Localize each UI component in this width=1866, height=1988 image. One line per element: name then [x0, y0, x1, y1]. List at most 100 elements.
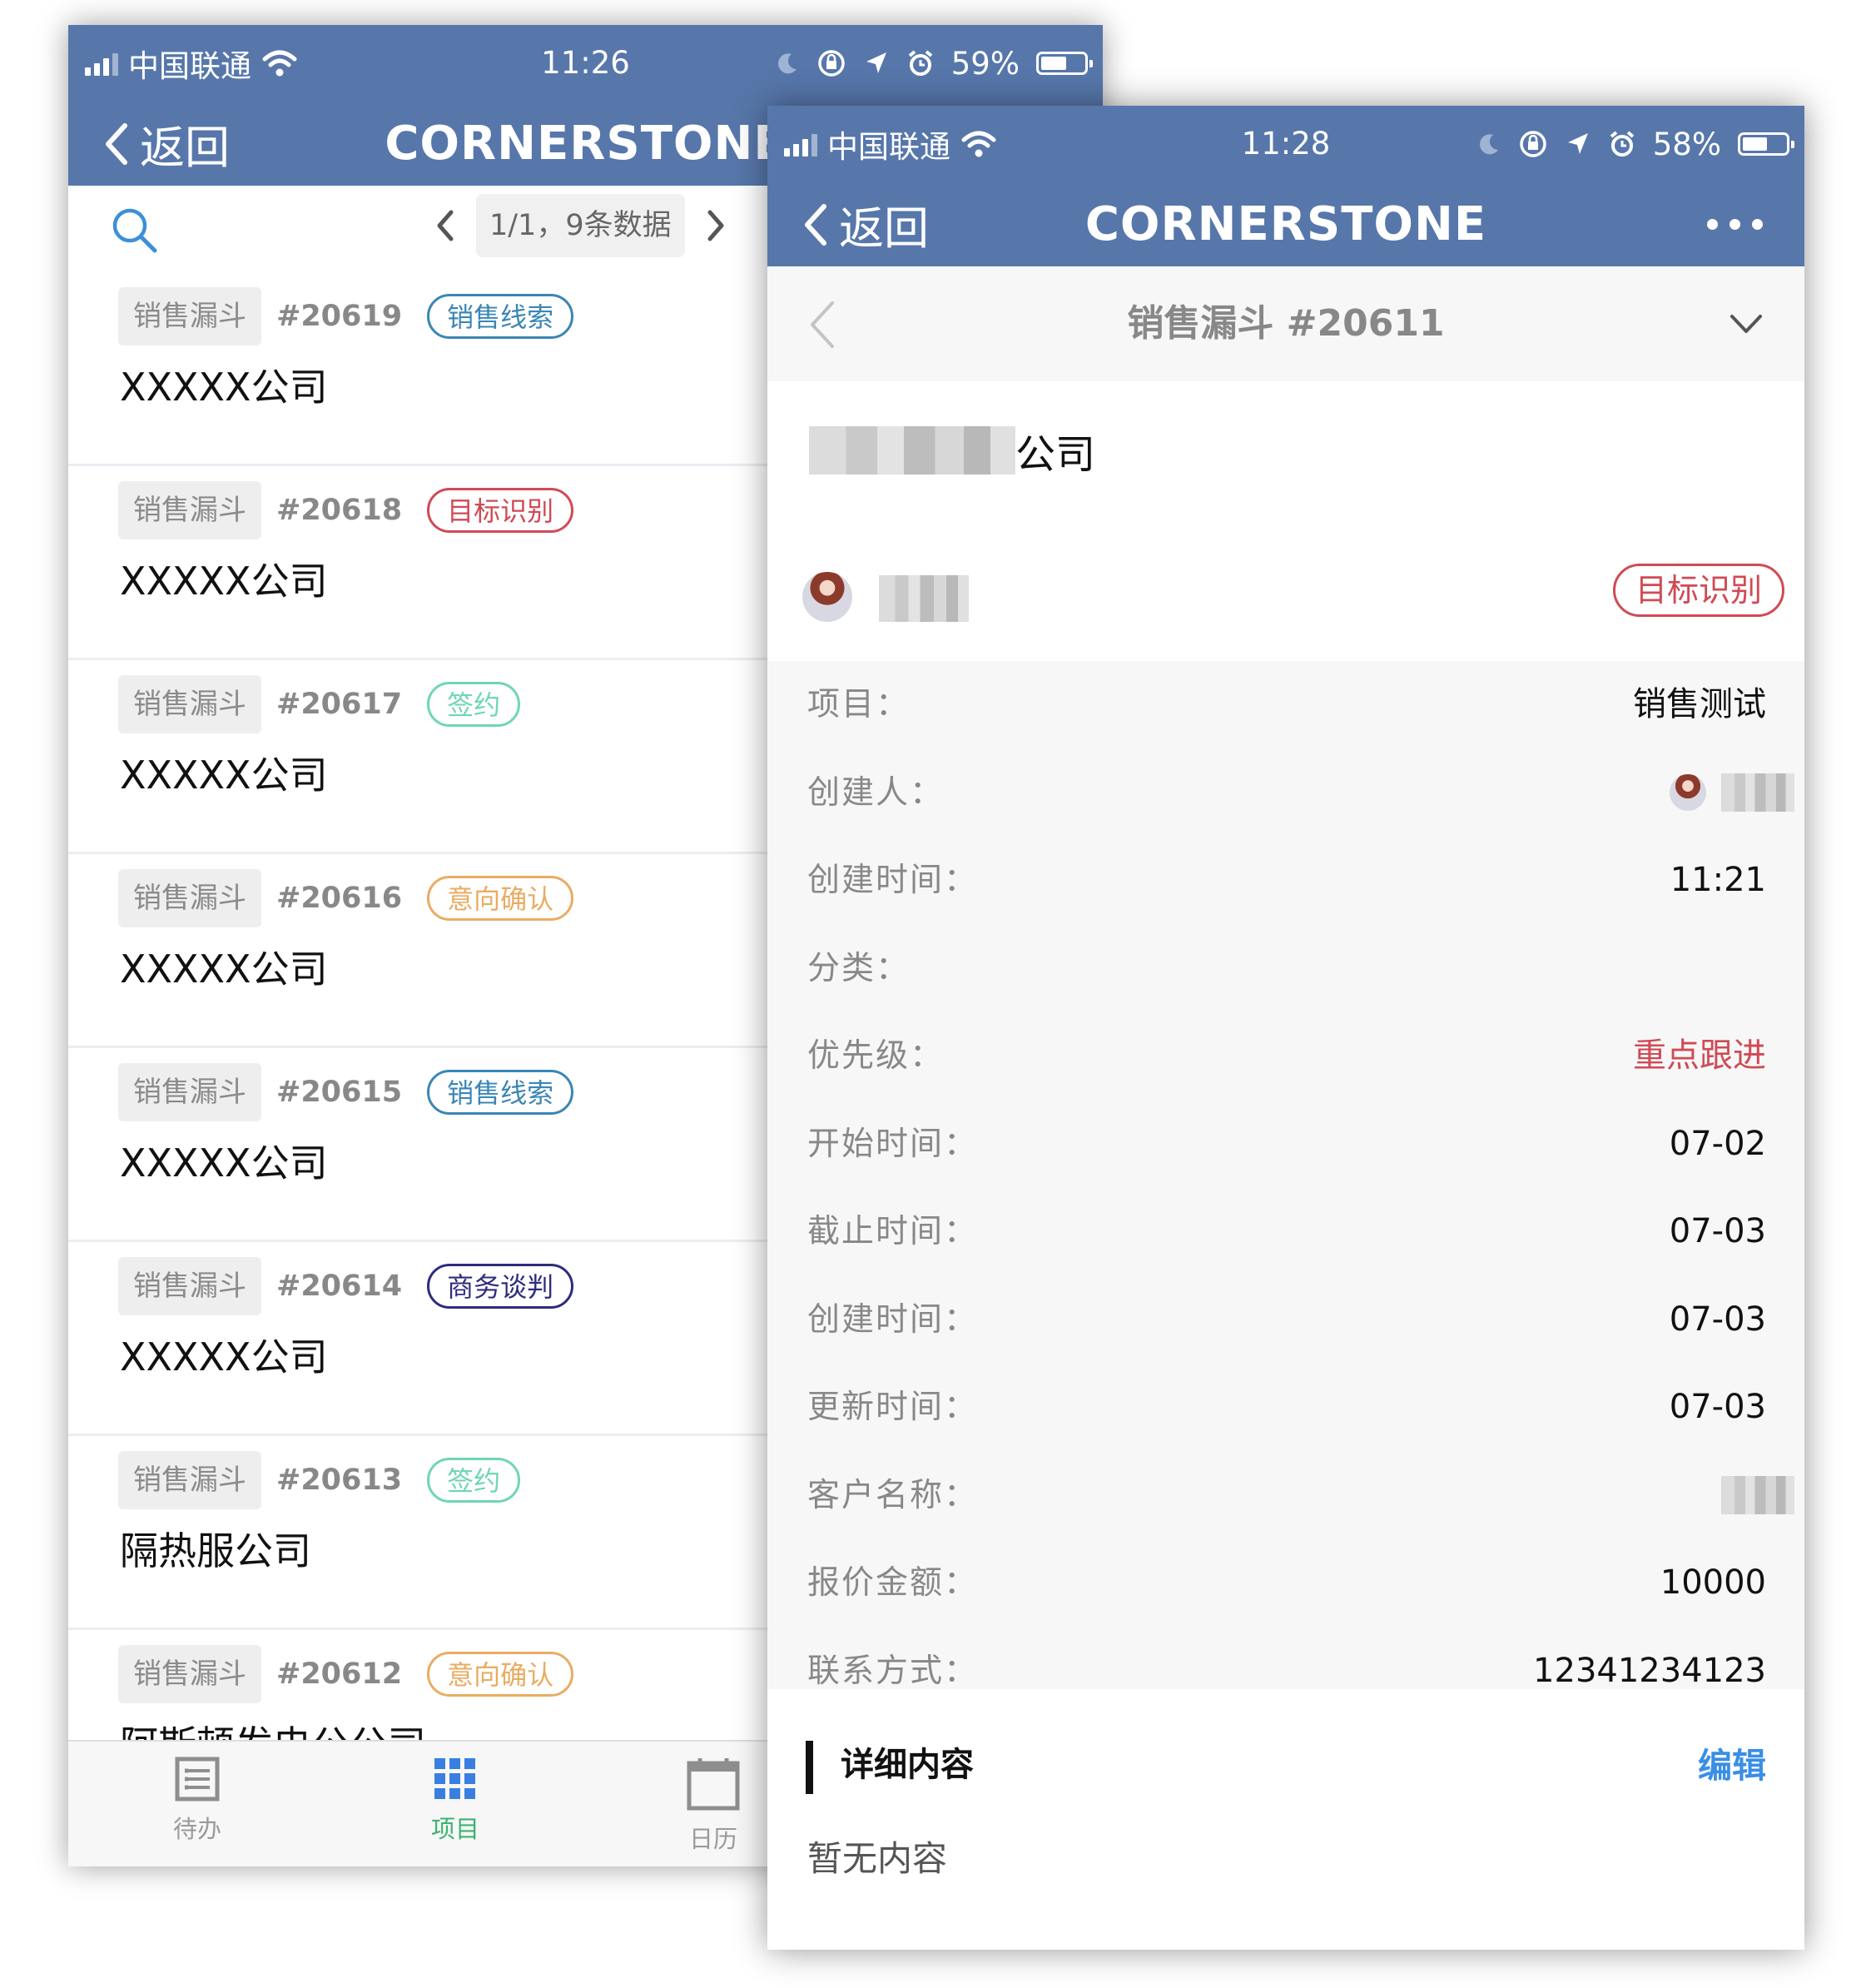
item-number: #20613 — [276, 1464, 403, 1497]
property-label: 项目： — [807, 686, 911, 723]
property-value: 10000 — [1660, 1563, 1766, 1602]
alarm-icon — [908, 50, 933, 76]
redacted-creator — [1721, 773, 1794, 813]
section-marker — [806, 1741, 813, 1794]
item-title: XXXXX公司 — [120, 753, 328, 798]
pagination: 1/1，9条数据 — [429, 194, 732, 257]
moon-icon — [1479, 134, 1498, 155]
detail-header: 销售漏斗 #20611 — [767, 266, 1804, 383]
property-label: 截止时间： — [807, 1213, 979, 1250]
item-number: #20615 — [276, 1076, 403, 1109]
item-title: XXXXX公司 — [120, 1334, 328, 1379]
redacted-customer — [1721, 1476, 1794, 1515]
type-chip: 销售漏斗 — [118, 1451, 261, 1509]
moon-icon — [777, 53, 797, 74]
alarm-icon — [1610, 131, 1635, 157]
chevron-down-icon[interactable] — [1730, 311, 1763, 336]
type-chip: 销售漏斗 — [118, 287, 261, 345]
item-number: #20617 — [276, 688, 403, 721]
tab-label: 日历 — [688, 1825, 737, 1853]
grid-icon — [434, 1758, 475, 1799]
property-row: 优先级： 重点跟进 — [767, 1012, 1804, 1101]
property-label: 客户名称： — [807, 1476, 979, 1514]
property-label: 更新时间： — [807, 1389, 979, 1426]
type-chip: 销售漏斗 — [118, 1063, 261, 1121]
battery-icon — [1738, 132, 1794, 156]
owner-row: 目标识别 — [767, 524, 1804, 661]
property-label: 分类： — [807, 949, 911, 987]
breadcrumb: 销售漏斗 #20611 — [1127, 302, 1445, 345]
property-label: 优先级： — [807, 1037, 945, 1075]
property-row: 报价金额： 10000 — [767, 1539, 1804, 1628]
item-title: 隔热服公司 — [120, 1528, 311, 1573]
stage-tag: 目标识别 — [427, 488, 574, 533]
status-bar: 中国联通 11:28 58% — [767, 106, 1804, 182]
stage-tag: 签约 — [427, 682, 521, 727]
item-number: #20612 — [276, 1657, 403, 1691]
next-page-icon[interactable] — [698, 207, 732, 244]
stage-tag: 意向确认 — [427, 1652, 574, 1697]
avatar — [1670, 774, 1706, 812]
property-value: 07-02 — [1669, 1124, 1766, 1163]
property-value: 11:21 — [1670, 861, 1766, 899]
item-number: #20618 — [276, 494, 403, 527]
type-chip: 销售漏斗 — [118, 869, 261, 927]
stage-tag: 签约 — [427, 1458, 521, 1503]
property-value: 07-03 — [1669, 1212, 1766, 1250]
item-title: XXXXX公司 — [120, 559, 328, 604]
stage-tag: 商务谈判 — [427, 1264, 574, 1309]
page-info: 1/1，9条数据 — [476, 194, 685, 257]
item-number: #20619 — [276, 300, 403, 333]
stage-badge[interactable]: 目标识别 — [1612, 564, 1784, 617]
type-chip: 销售漏斗 — [118, 675, 261, 733]
property-value — [1721, 1452, 1794, 1540]
edit-button[interactable]: 编辑 — [1698, 1737, 1766, 1787]
calendar-icon — [687, 1758, 740, 1811]
item-title: XXXXX公司 — [120, 1141, 328, 1185]
type-chip: 销售漏斗 — [118, 1645, 261, 1703]
project-detail-screen: 中国联通 11:28 58% 返回 CORNERSTONE 销售漏斗 #2061… — [767, 106, 1804, 1950]
avatar — [802, 572, 852, 622]
property-label: 创建时间： — [807, 1300, 979, 1339]
battery-icon — [1036, 52, 1093, 75]
property-value: 07-03 — [1669, 1388, 1766, 1426]
tab-todo[interactable]: 待办 — [68, 1742, 326, 1866]
stage-tag: 意向确认 — [427, 876, 574, 921]
type-chip: 销售漏斗 — [118, 481, 261, 539]
section-heading: 详细内容 — [841, 1746, 974, 1784]
property-list: 项目： 销售测试 创建人： 创建时间： 11:21 分类： 优先级： 重点跟进 开始时间： 07-… — [767, 661, 1804, 1690]
property-row: 开始时间： 07-02 — [767, 1101, 1804, 1189]
rotation-lock-icon — [818, 50, 845, 77]
location-icon — [866, 52, 886, 73]
battery-percent: 58% — [1652, 126, 1721, 162]
company-suffix: 公司 — [1015, 431, 1096, 478]
empty-content: 暂无内容 — [807, 1838, 948, 1879]
status-bar: 中国联通 11:26 59% — [68, 25, 1103, 102]
stage-tag: 销售线索 — [427, 294, 574, 339]
search-icon[interactable] — [110, 206, 158, 254]
property-value: 07-03 — [1669, 1300, 1766, 1339]
more-button[interactable] — [1707, 182, 1763, 266]
stage-tag: 销售线索 — [427, 1070, 574, 1115]
property-label: 开始时间： — [807, 1125, 979, 1163]
item-title: 阿斯顿发电公公司 — [120, 1715, 426, 1742]
redacted-owner — [879, 575, 969, 622]
rotation-lock-icon — [1520, 131, 1546, 157]
item-title: XXXXX公司 — [120, 947, 328, 992]
property-value: 重点跟进 — [1633, 1036, 1766, 1075]
app-title: CORNERSTONE — [1084, 197, 1487, 251]
property-value — [1670, 749, 1794, 837]
property-row: 创建时间： 11:21 — [767, 837, 1804, 925]
property-row: 创建人： — [767, 749, 1804, 837]
type-chip: 销售漏斗 — [118, 1257, 261, 1315]
property-row: 项目： 销售测试 — [767, 661, 1804, 749]
prev-page-icon[interactable] — [429, 207, 463, 244]
property-row: 客户名称： — [767, 1452, 1804, 1540]
list-icon — [175, 1757, 220, 1802]
tab-label: 待办 — [172, 1815, 221, 1843]
tab-projects[interactable]: 项目 — [326, 1742, 584, 1866]
redacted-name — [809, 426, 1015, 475]
item-number: #20616 — [276, 882, 403, 915]
location-icon — [1567, 133, 1588, 154]
property-value: 销售测试 — [1633, 685, 1766, 723]
